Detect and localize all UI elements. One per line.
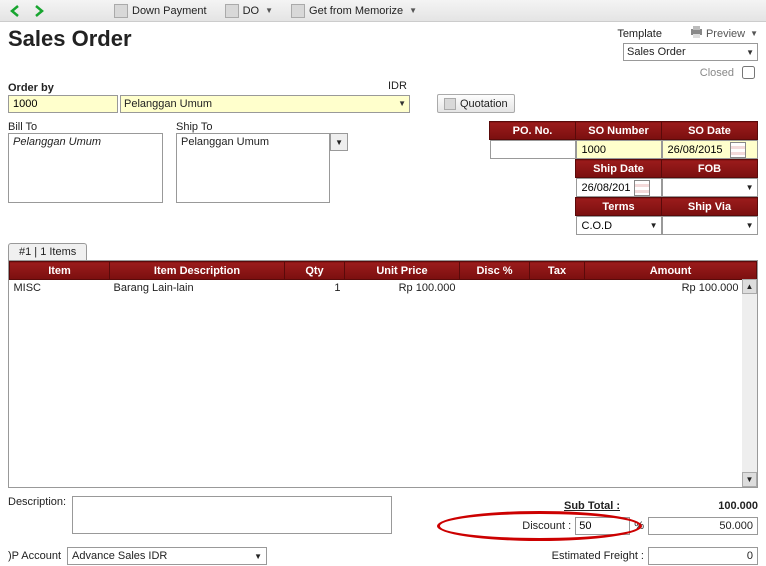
po-no-header: PO. No. bbox=[490, 122, 576, 140]
ship-date-input[interactable] bbox=[576, 178, 662, 197]
chevron-down-icon: ▼ bbox=[750, 29, 758, 38]
so-date-input[interactable] bbox=[662, 140, 758, 159]
description-input[interactable] bbox=[72, 496, 392, 534]
vertical-scrollbar[interactable]: ▲ ▼ bbox=[742, 279, 757, 487]
ship-via-header: Ship Via bbox=[662, 198, 758, 216]
col-disc: Disc % bbox=[460, 262, 530, 280]
back-arrow-icon[interactable] bbox=[8, 3, 24, 19]
sub-total-value: 100.000 bbox=[648, 500, 758, 512]
items-table-wrap: Item Item Description Qty Unit Price Dis… bbox=[8, 260, 758, 488]
col-unit-price: Unit Price bbox=[345, 262, 460, 280]
quotation-label: Quotation bbox=[460, 98, 508, 110]
cell-unit-price[interactable]: Rp 100.000 bbox=[345, 280, 460, 296]
scroll-down-icon[interactable]: ▼ bbox=[742, 472, 757, 487]
scroll-up-icon[interactable]: ▲ bbox=[742, 279, 757, 294]
down-payment-label: Down Payment bbox=[132, 5, 207, 17]
document-icon bbox=[225, 4, 239, 18]
terms-select[interactable]: ▼ bbox=[576, 216, 662, 235]
calendar-icon[interactable] bbox=[634, 180, 650, 196]
cell-desc[interactable]: Barang Lain-lain bbox=[110, 280, 285, 296]
dp-account-select[interactable]: Advance Sales IDR ▼ bbox=[67, 547, 267, 565]
bill-to-label: Bill To bbox=[8, 121, 168, 133]
po-no-input[interactable] bbox=[490, 140, 576, 159]
chevron-down-icon: ▼ bbox=[254, 552, 262, 561]
template-value: Sales Order bbox=[627, 46, 686, 58]
description-label: Description: bbox=[8, 496, 66, 508]
preview-label: Preview bbox=[706, 28, 745, 40]
customer-select[interactable]: Pelanggan Umum ▼ bbox=[120, 95, 410, 113]
col-amount: Amount bbox=[585, 262, 757, 280]
preview-button[interactable]: Preview ▼ bbox=[690, 26, 758, 41]
ship-to-label: Ship To bbox=[176, 121, 348, 133]
so-number-header: SO Number bbox=[576, 122, 662, 140]
page-title: Sales Order bbox=[8, 26, 132, 52]
dp-account-label: )P Account bbox=[8, 550, 61, 562]
order-header-grid: PO. No. SO Number SO Date Ship Date FOB … bbox=[489, 121, 758, 235]
do-button[interactable]: DO ▼ bbox=[219, 3, 279, 19]
col-tax: Tax bbox=[530, 262, 585, 280]
chevron-down-icon: ▼ bbox=[409, 6, 417, 15]
document-icon bbox=[444, 98, 456, 110]
get-memorize-button[interactable]: Get from Memorize ▼ bbox=[285, 3, 423, 19]
top-toolbar: Down Payment DO ▼ Get from Memorize ▼ bbox=[0, 0, 766, 22]
order-by-number-input[interactable] bbox=[8, 95, 118, 113]
bill-to-box[interactable]: Pelanggan Umum bbox=[8, 133, 163, 203]
chevron-down-icon: ▼ bbox=[398, 99, 406, 108]
memorize-label: Get from Memorize bbox=[309, 5, 403, 17]
items-table: Item Item Description Qty Unit Price Dis… bbox=[9, 261, 757, 296]
quotation-button[interactable]: Quotation bbox=[437, 94, 515, 113]
forward-arrow-icon[interactable] bbox=[30, 3, 46, 19]
col-item: Item bbox=[10, 262, 110, 280]
cell-disc[interactable] bbox=[460, 280, 530, 296]
cell-item[interactable]: MISC bbox=[10, 280, 110, 296]
chevron-down-icon: ▼ bbox=[746, 48, 754, 57]
est-freight-label: Estimated Freight : bbox=[524, 550, 644, 562]
template-label: Template bbox=[617, 28, 662, 40]
fob-header: FOB bbox=[662, 160, 758, 178]
cell-qty[interactable]: 1 bbox=[285, 280, 345, 296]
down-payment-button[interactable]: Down Payment bbox=[108, 3, 213, 19]
so-number-input[interactable] bbox=[576, 140, 662, 159]
template-select[interactable]: Sales Order ▼ bbox=[623, 43, 758, 61]
currency-label: IDR bbox=[388, 80, 407, 92]
closed-checkbox[interactable] bbox=[742, 66, 755, 79]
col-desc: Item Description bbox=[110, 262, 285, 280]
customer-value: Pelanggan Umum bbox=[124, 98, 212, 110]
sub-total-label: Sub Total : bbox=[500, 500, 620, 512]
closed-label: Closed bbox=[700, 67, 734, 79]
so-date-header: SO Date bbox=[662, 122, 758, 140]
ship-via-select[interactable]: ▼ bbox=[662, 216, 758, 235]
ship-to-dropdown-button[interactable]: ▼ bbox=[330, 133, 348, 151]
col-qty: Qty bbox=[285, 262, 345, 280]
cell-tax[interactable] bbox=[530, 280, 585, 296]
table-row[interactable]: MISC Barang Lain-lain 1 Rp 100.000 Rp 10… bbox=[10, 280, 757, 296]
do-label: DO bbox=[243, 5, 260, 17]
ship-date-header: Ship Date bbox=[576, 160, 662, 178]
dp-account-value: Advance Sales IDR bbox=[72, 550, 167, 562]
document-icon bbox=[114, 4, 128, 18]
printer-icon bbox=[690, 26, 703, 41]
ship-to-box[interactable]: Pelanggan Umum bbox=[176, 133, 330, 203]
items-tab[interactable]: #1 | 1 Items bbox=[8, 243, 87, 260]
discount-value: 50.000 bbox=[648, 517, 758, 535]
chevron-down-icon: ▼ bbox=[746, 183, 754, 192]
discount-pct-input[interactable] bbox=[575, 517, 630, 535]
chevron-down-icon: ▼ bbox=[265, 6, 273, 15]
fob-select[interactable]: ▼ bbox=[662, 178, 758, 197]
discount-label: Discount : bbox=[451, 520, 571, 532]
order-by-label: Order by bbox=[8, 82, 758, 94]
chevron-down-icon: ▼ bbox=[650, 221, 658, 230]
chevron-down-icon: ▼ bbox=[746, 221, 754, 230]
import-icon bbox=[291, 4, 305, 18]
calendar-icon[interactable] bbox=[730, 142, 746, 158]
terms-header: Terms bbox=[576, 198, 662, 216]
est-freight-value: 0 bbox=[648, 547, 758, 565]
cell-amount[interactable]: Rp 100.000 bbox=[585, 280, 757, 296]
